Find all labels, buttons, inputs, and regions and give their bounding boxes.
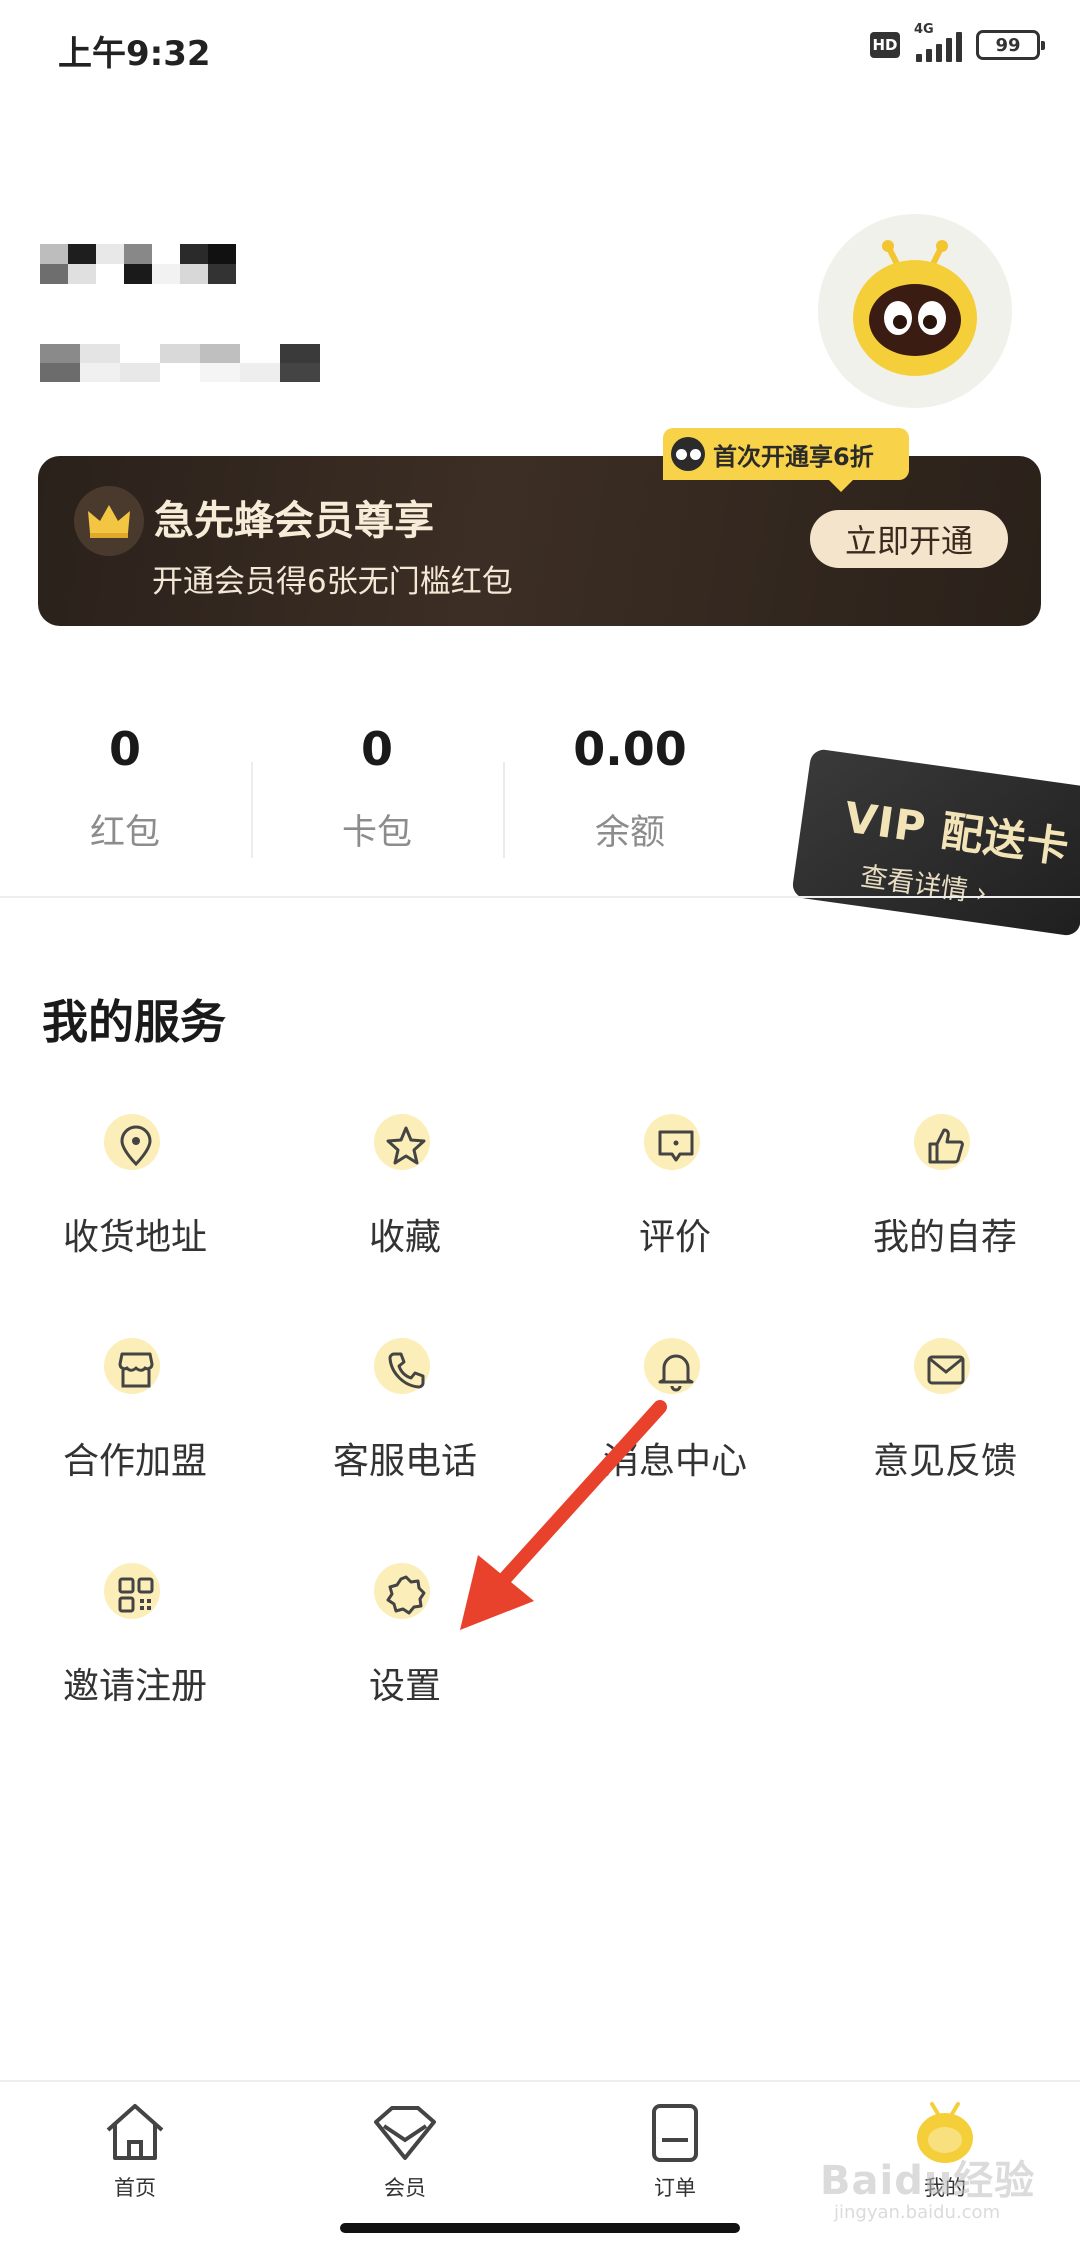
network-type: 4G [914,22,934,37]
stat-card-wallet[interactable]: 0 卡包 [252,722,502,855]
mail-icon [912,1336,978,1402]
stat-value: 0.00 [573,722,687,776]
section-divider [0,896,1080,898]
tab-home[interactable]: 首页 [55,2100,215,2202]
stat-label: 卡包 [341,813,412,853]
status-time: 上午9:32 [58,34,211,74]
stat-value: 0 [108,722,141,776]
vip-delivery-card[interactable]: VIP 配送卡 查看详情 › [791,748,1080,937]
battery-icon: 99 [976,30,1045,60]
status-icons: HD 4G 99 [870,22,1045,62]
stat-label: 余额 [594,813,665,853]
tab-orders[interactable]: 订单 [595,2100,755,2202]
home-icon [100,2100,170,2166]
bee-eyes-icon [671,437,705,471]
phone-icon [372,1336,438,1402]
star-icon [372,1112,438,1178]
battery-level: 99 [995,34,1021,56]
service-label: 我的自荐 [872,1217,1017,1258]
stat-red-packet[interactable]: 0 红包 [0,722,250,855]
service-label: 意见反馈 [872,1441,1017,1482]
tab-label: 订单 [654,2176,696,2200]
watermark-text: Baidu经验 [820,2158,1036,2204]
service-self-recommend[interactable]: 我的自荐 [810,1112,1080,1260]
service-feedback[interactable]: 意见反馈 [810,1336,1080,1484]
tab-label: 会员 [384,2176,426,2200]
thumbs-up-icon [912,1112,978,1178]
tab-vip[interactable]: 会员 [325,2100,485,2202]
chevron-right-icon: › [973,877,989,910]
watermark: Baidu经验 jingyan.baidu.com [820,2148,1035,2223]
promo-tag: 首次开通享6折 [663,428,909,492]
stat-value: 0 [360,722,393,776]
shop-icon [102,1336,168,1402]
bee-mascot-icon [853,240,977,376]
qr-code-icon [102,1561,168,1627]
service-favorites[interactable]: 收藏 [270,1112,540,1260]
open-vip-button[interactable]: 立即开通 [810,510,1008,568]
service-label: 设置 [368,1666,441,1707]
stat-label: 红包 [89,813,160,853]
signal-icon: 4G [914,22,962,62]
account-mosaic [40,344,320,382]
annotation-arrow [460,1400,667,1630]
service-label: 收货地址 [62,1217,207,1258]
promo-tag-text: 首次开通享6折 [713,442,874,471]
service-label: 邀请注册 [62,1666,207,1707]
order-icon [640,2100,710,2166]
vip-card-link-label: 查看详情 [858,861,970,907]
crown-icon [74,486,144,556]
username-mosaic[interactable] [40,244,236,284]
stat-balance[interactable]: 0.00 余额 [505,722,755,855]
services-title: 我的服务 [42,995,226,1049]
service-label: 收藏 [368,1217,441,1258]
vip-banner[interactable]: 急先蜂会员尊享 开通会员得6张无门槛红包 立即开通 [38,456,1041,626]
service-label: 评价 [638,1217,711,1258]
service-invite[interactable]: 邀请注册 [0,1561,270,1709]
tab-label: 首页 [114,2176,156,2200]
vip-subtitle: 开通会员得6张无门槛红包 [152,564,513,600]
comment-icon [642,1112,708,1178]
service-reviews[interactable]: 评价 [540,1112,810,1260]
location-pin-icon [102,1112,168,1178]
status-bar: 上午9:32 HD 4G 99 [0,0,1080,100]
gear-icon [372,1561,438,1627]
diamond-icon [370,2100,440,2166]
service-label: 合作加盟 [62,1441,207,1482]
service-franchise[interactable]: 合作加盟 [0,1336,270,1484]
hd-badge: HD [870,32,900,58]
bell-icon [642,1336,708,1402]
avatar[interactable] [818,214,1012,408]
vip-title: 急先蜂会员尊享 [154,498,434,544]
vip-card-link[interactable]: 查看详情 › [858,854,990,910]
watermark-sub: jingyan.baidu.com [834,2202,1001,2223]
home-indicator[interactable] [340,2223,740,2233]
service-address[interactable]: 收货地址 [0,1112,270,1260]
